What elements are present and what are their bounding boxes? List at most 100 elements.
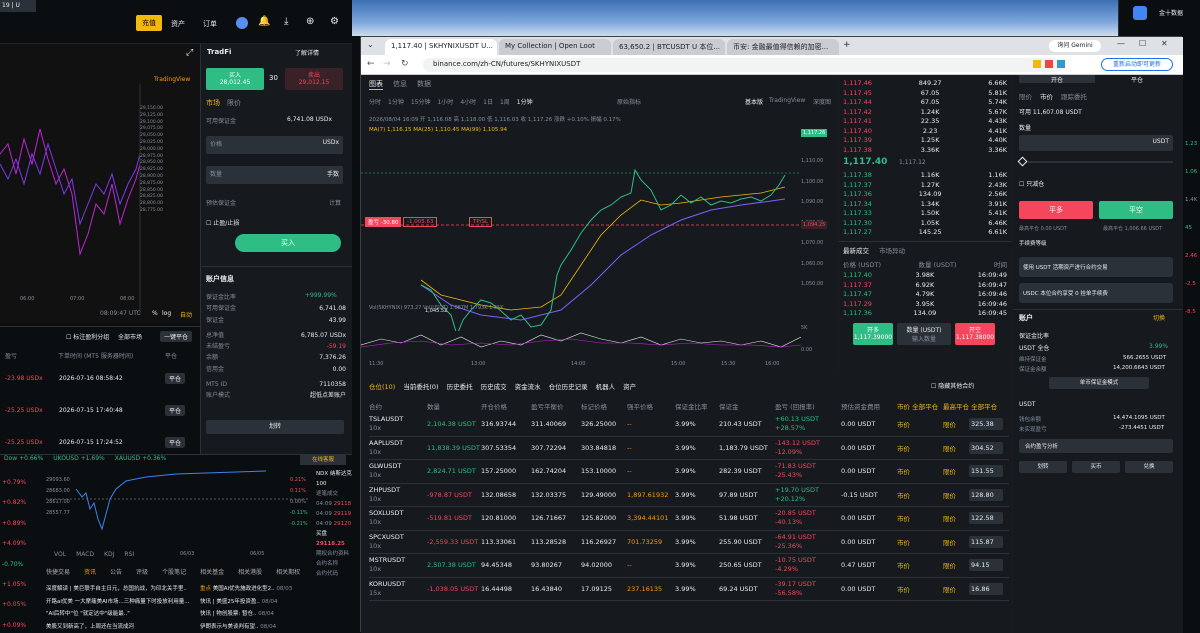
learn-more-link[interactable]: 了解详情 xyxy=(295,48,319,57)
symbol-cell[interactable]: AAPLUSDT 10x xyxy=(369,439,427,457)
news-list-right[interactable]: 重点 美国AI优先施政进化型2.. 08/03 快讯 | 美盛25年投资盈.. … xyxy=(200,583,314,632)
limit-close-button[interactable]: 限价 xyxy=(943,584,969,594)
hide-other-checkbox[interactable]: ☐ 隐藏其他合约 xyxy=(931,381,974,390)
tab-limit[interactable]: 限价 xyxy=(227,98,241,108)
bid-row[interactable]: 1,117.34 1.34K 3.91K xyxy=(839,200,1011,210)
tab-btcusdt[interactable]: 63,650.2 | BTCUSDT U 本位... xyxy=(613,39,725,55)
position-pnl-tag[interactable]: 盈亏 -30.80 xyxy=(365,217,402,227)
pnl-analysis-link[interactable]: 合约盈亏分析 xyxy=(1019,439,1173,453)
tpsl-tag[interactable]: TP/SL xyxy=(469,217,493,227)
market-close-button[interactable]: 市价 xyxy=(897,513,943,523)
order-type-tabs[interactable]: 限价 市价 跟踪委托 xyxy=(1019,91,1087,101)
tab-market[interactable]: 市场 xyxy=(206,98,220,108)
trades-tabs[interactable]: 最新成交 市场异动 xyxy=(843,245,905,255)
minimize-icon[interactable]: — xyxy=(1117,39,1125,48)
promo-usdt[interactable]: 使用 USDT 活期资产进行合约交易 xyxy=(1019,257,1173,277)
news-tabs[interactable]: 快捷交易 资讯 公告 评级 个股笔记 相关基金 相关港股 相关期权 xyxy=(46,567,310,576)
asset-selector[interactable]: USDT xyxy=(1019,401,1036,408)
symbol-cell[interactable]: ZHPUSDT 10x xyxy=(369,486,427,504)
indicators-button[interactable]: 原始指标 xyxy=(617,97,641,106)
reduce-only-checkbox[interactable]: ☐ 只减仓 xyxy=(1019,179,1044,188)
slider-handle[interactable] xyxy=(1017,156,1028,167)
close-qty-input[interactable]: 115.87 xyxy=(969,535,1003,548)
close-qty-input[interactable]: 151.55 xyxy=(969,465,1003,478)
close-qty-input[interactable]: 16.86 xyxy=(969,582,1003,595)
update-button[interactable]: 重新启动即可更新 xyxy=(1101,58,1173,71)
close-qty-input[interactable]: 128.80 xyxy=(969,488,1003,501)
close-button[interactable]: 平仓 xyxy=(165,405,186,416)
quick-sell-button[interactable]: 开空 1,117.38000 xyxy=(955,323,995,345)
maximize-icon[interactable]: ☐ xyxy=(1139,39,1146,48)
tab-search-icon[interactable]: ⌄ xyxy=(367,40,374,49)
indicator-tabs[interactable]: VOL MACD KDJ RSI xyxy=(54,551,134,558)
url-input[interactable]: binance.com/zh-CN/futures/SKHYNIXUSDT xyxy=(423,58,1063,72)
switch-link[interactable]: 切换 xyxy=(1153,313,1165,322)
single-asset-button[interactable]: 单币保证金模式 xyxy=(1049,377,1149,389)
bid-row[interactable]: 1,117.36 134.09 2.56K xyxy=(839,190,1011,200)
fee-tier-link[interactable]: 手续费等级 xyxy=(1019,239,1047,247)
limit-close-button[interactable]: 限价 xyxy=(943,490,969,500)
quick-qty-input[interactable]: 数量 (USDT) 输入数量 xyxy=(897,323,951,345)
ask-row[interactable]: 1,117.40 2.23 4.41K xyxy=(839,127,1011,137)
left-price-chart[interactable]: TradingView ⤢ 29,150.00 29,125.00 29,100.0… xyxy=(0,44,200,324)
table-row[interactable]: SOXLUSDT 10x -519.81 USDT 120.81000 126.7166… xyxy=(369,507,1009,531)
symbol-cell[interactable]: GLWUSDT 10x xyxy=(369,462,427,480)
close-qty-input[interactable]: 94.15 xyxy=(969,559,1003,572)
app-icon[interactable] xyxy=(1133,6,1147,20)
log-toggle[interactable]: log xyxy=(162,310,171,317)
bid-row[interactable]: 1,117.37 1.27K 2.43K xyxy=(839,181,1011,191)
close-qty-input[interactable]: 325.38 xyxy=(969,418,1003,431)
transfer-button[interactable]: 划转 xyxy=(1019,461,1067,473)
buy-button[interactable]: 买入 xyxy=(235,234,341,252)
table-row[interactable]: KORUUSDT 15x -1,038.05 USDT 16.44498 16.4384… xyxy=(369,578,1009,601)
extension-icon[interactable] xyxy=(1033,60,1041,68)
bid-row[interactable]: 1,117.33 1.50K 5.41K xyxy=(839,209,1011,219)
symbol-cell[interactable]: TSLAUSDT 10x xyxy=(369,415,427,433)
quick-buy-button[interactable]: 开多 1,117.39000 xyxy=(853,323,893,345)
close-qty-input[interactable]: 304.52 xyxy=(969,441,1003,454)
close-button[interactable]: 平仓 xyxy=(165,437,186,448)
interval-selector[interactable]: 分时 1分钟 15分钟 1小时 4小时 1日 1周 1分钟 xyxy=(369,97,533,106)
limit-close-button[interactable]: 限价 xyxy=(943,419,969,429)
deposit-button[interactable]: 充值 xyxy=(136,15,162,31)
bid-row[interactable]: 1,117.30 1.05K 6.46K xyxy=(839,219,1011,229)
avatar[interactable] xyxy=(236,17,248,29)
tpsl-checkbox[interactable]: ☐ 止盈/止损 xyxy=(206,218,239,227)
percent-toggle[interactable]: % xyxy=(152,310,158,317)
gemini-button[interactable]: 询问 Gemini xyxy=(1049,40,1101,52)
download-icon[interactable]: ⤓ xyxy=(284,16,288,27)
extension-icon[interactable] xyxy=(1057,60,1065,68)
transfer-button[interactable]: 划转 xyxy=(206,420,344,434)
ask-row[interactable]: 1,117.45 67.05 5.81K xyxy=(839,89,1011,99)
ask-row[interactable]: 1,117.42 1.24K 5.67K xyxy=(839,108,1011,118)
forward-icon[interactable]: → xyxy=(383,59,391,69)
ask-row[interactable]: 1,117.38 3.36K 3.36K xyxy=(839,146,1011,156)
tab-openloot[interactable]: My Collection | Open Loot xyxy=(499,39,611,55)
orders-menu[interactable]: 订单 xyxy=(203,19,217,29)
symbol-cell[interactable]: SPCXUSDT 10x xyxy=(369,533,427,551)
market-close-button[interactable]: 市价 xyxy=(897,537,943,547)
close-qty-input[interactable]: 122.58 xyxy=(969,512,1003,525)
tradingview-button[interactable]: TradingView xyxy=(769,97,805,104)
extension-icon[interactable] xyxy=(1045,60,1053,68)
buy-crypto-button[interactable]: 买币 xyxy=(1072,461,1120,473)
market-close-button[interactable]: 市价 xyxy=(897,466,943,476)
bell-icon[interactable]: 🔔 xyxy=(258,16,270,27)
basic-view-button[interactable]: 基本版 xyxy=(745,97,763,106)
assets-menu[interactable]: 资产 xyxy=(171,19,185,29)
reload-icon[interactable]: ↻ xyxy=(401,59,409,69)
group-checkbox[interactable]: ☐ 标注盈利分组 xyxy=(66,332,109,341)
close-button[interactable]: 平仓 xyxy=(165,373,186,384)
symbol-cell[interactable]: MSTRUSDT 10x xyxy=(369,556,427,574)
close-short-button[interactable]: 平空 xyxy=(1099,201,1173,219)
close-icon[interactable]: ✕ xyxy=(1161,39,1168,48)
qty-input[interactable]: USDT xyxy=(1019,135,1173,151)
table-row[interactable]: MSTRUSDT 10x 2,507.38 USDT 94.45348 93.80267… xyxy=(369,554,1009,578)
chart-tabs[interactable]: 图表 信息 数据 xyxy=(369,79,431,90)
expand-icon[interactable]: ⤢ xyxy=(186,48,193,58)
quantity-input[interactable]: 数量 手数 xyxy=(206,166,343,184)
ask-row[interactable]: 1,117.39 1.25K 4.40K xyxy=(839,136,1011,146)
close-all-button[interactable]: 一键平仓 xyxy=(160,331,193,342)
settings-icon[interactable]: ⚙ xyxy=(330,16,339,27)
ask-row[interactable]: 1,117.46 849.27 6.66K xyxy=(839,79,1011,89)
